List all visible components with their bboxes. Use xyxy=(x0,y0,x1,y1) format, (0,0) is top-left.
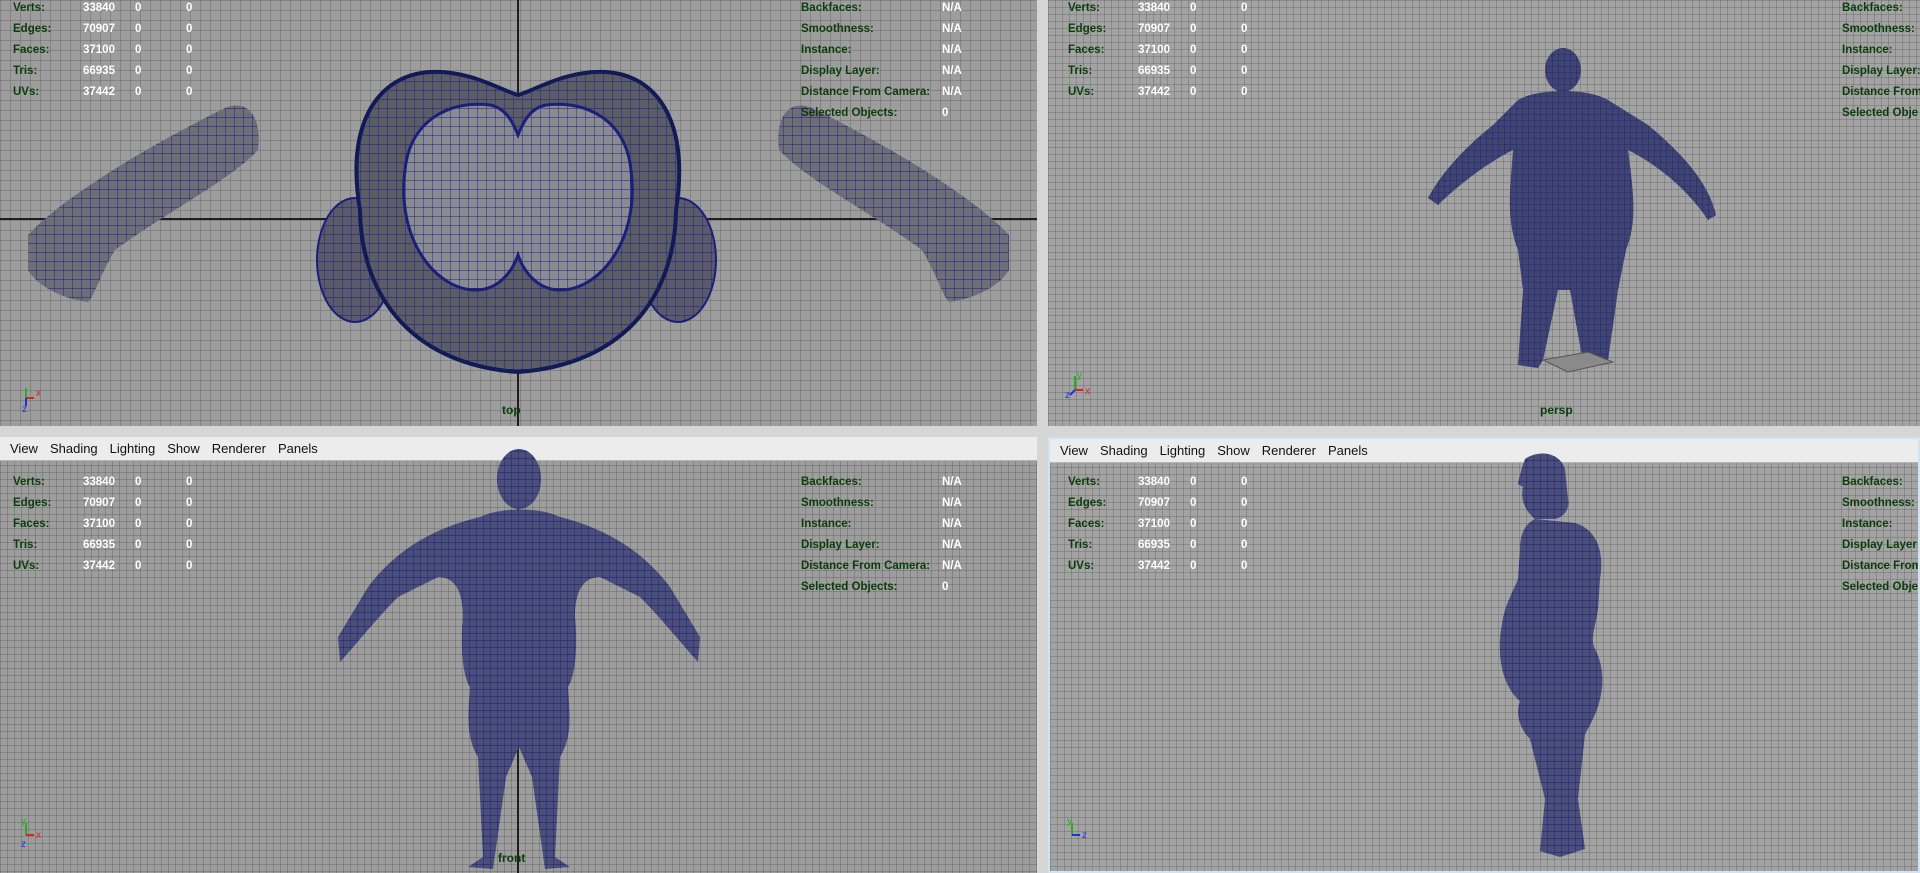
hud-object-info-cut: Backfaces: Smoothness: Instance: Display… xyxy=(1842,1,1920,119)
hud-stats-left: Verts: 33840 0 0 Edges: 70907 0 0 Faces: 37100 0… xyxy=(13,1,193,98)
axis-gizmo-icon: y x z xyxy=(1065,370,1090,400)
axis-gizmo-icon: y z xyxy=(1067,817,1087,841)
svg-text:z: z xyxy=(22,404,27,412)
panel-splitter-horizontal[interactable] xyxy=(0,426,1920,437)
hud-stats-left-front: Verts: 33840 0 0 Edges: 70907 0 0 Faces: 37100 0… xyxy=(13,475,193,572)
viewport-top[interactable]: Verts: 33840 0 0 Edges: 70907 0 0 Faces: 37100 0… xyxy=(0,0,1037,426)
hud-object-info: Backfaces: N/A Smoothness: N/A Instance: N/… xyxy=(801,1,962,119)
svg-text:x: x xyxy=(1085,386,1090,397)
svg-text:z: z xyxy=(21,839,26,847)
svg-text:z: z xyxy=(1065,390,1070,400)
svg-text:y: y xyxy=(1067,817,1072,827)
svg-text:z: z xyxy=(1082,830,1087,841)
svg-text:x: x xyxy=(36,830,41,841)
viewport-persp[interactable]: Verts: 33840 0 0 Edges: 70907 0 0 Faces: 37100 0… xyxy=(1048,0,1920,426)
svg-text:y: y xyxy=(1077,370,1082,381)
hud-stats-left: Verts: 33840 0 0 Edges: 70907 0 0 Faces: 37100 0… xyxy=(1068,1,1248,98)
viewport-side[interactable]: View Shading Lighting Show Renderer Pane… xyxy=(1048,437,1920,873)
camera-label: persp xyxy=(1540,403,1573,417)
viewport-front[interactable]: View Shading Lighting Show Renderer Pane… xyxy=(0,437,1037,873)
camera-label: top xyxy=(502,403,521,417)
axis-gizmo-icon: x z xyxy=(22,388,41,412)
axis-gizmo-icon: y x z xyxy=(21,817,41,847)
camera-label: front xyxy=(498,851,526,865)
svg-text:x: x xyxy=(36,388,41,399)
hud-stats-left: Verts: 33840 0 0 Edges: 70907 0 0 Faces: 37100 0… xyxy=(1068,475,1248,572)
svg-text:y: y xyxy=(21,817,26,827)
hud-object-info: Backfaces: N/A Smoothness: N/A Instance: N/… xyxy=(801,475,962,593)
hud-object-info-cut: Backfaces: Smoothness: Instance: Display… xyxy=(1842,475,1920,593)
